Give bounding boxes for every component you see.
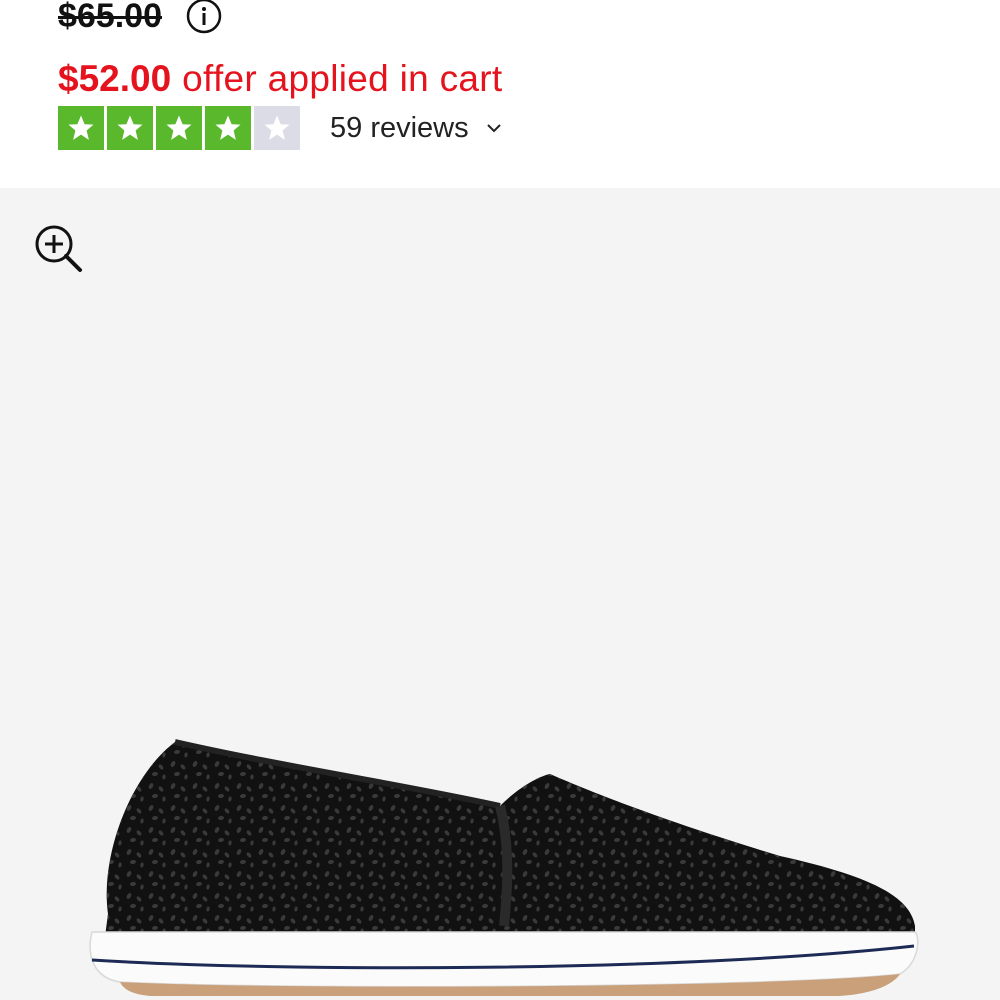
product-image-gallery[interactable] bbox=[0, 188, 1000, 1000]
zoom-in-icon[interactable] bbox=[32, 222, 84, 274]
price-block: $65.00 $52.00 offer applied in cart 59 r… bbox=[58, 0, 1000, 188]
star-filled-icon bbox=[58, 106, 104, 150]
original-price: $65.00 bbox=[58, 0, 162, 35]
original-price-row: $65.00 bbox=[58, 0, 222, 40]
product-image[interactable] bbox=[80, 736, 920, 1000]
star-filled-icon bbox=[107, 106, 153, 150]
sale-price-row: $52.00 offer applied in cart bbox=[58, 58, 502, 100]
chevron-down-icon[interactable] bbox=[485, 119, 503, 137]
star-filled-icon bbox=[205, 106, 251, 150]
offer-text: offer applied in cart bbox=[182, 58, 503, 99]
star-empty-icon bbox=[254, 106, 300, 150]
rating-row[interactable]: 59 reviews bbox=[58, 106, 503, 150]
info-icon[interactable] bbox=[186, 0, 222, 34]
sale-price: $52.00 bbox=[58, 58, 172, 99]
star-rating bbox=[58, 106, 300, 150]
reviews-count[interactable]: 59 reviews bbox=[330, 112, 469, 145]
star-filled-icon bbox=[156, 106, 202, 150]
